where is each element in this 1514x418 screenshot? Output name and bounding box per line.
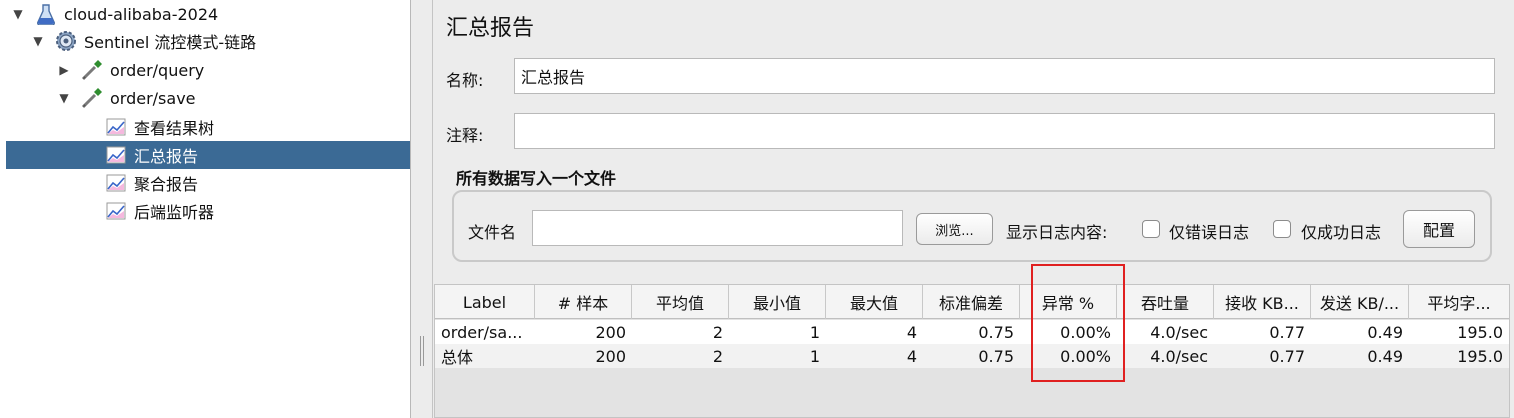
tree-node-view-results-tree[interactable]: 查看结果树 [80,113,214,141]
expand-toggle[interactable]: ▼ [30,34,46,48]
browse-button[interactable]: 浏览... [916,213,993,245]
table-cell: 0.77 [1269,322,1305,342]
test-plan-tree[interactable]: ▼ cloud-alibaba-2024 ▼ Sentinel 流控模式-链路 … [0,0,411,418]
table-cell: 总体 [441,348,474,367]
tree-node-order-query[interactable]: ▶ order/query [56,56,204,84]
name-field[interactable]: 汇总报告 [514,58,1495,94]
table-cell: 4.0/sec [1150,322,1208,342]
table-cell: 4.0/sec [1150,346,1208,366]
table-cell: 0.77 [1269,346,1305,366]
panel-title: 汇总报告 [446,16,535,41]
table-cell: 4 [906,322,917,342]
gear-icon [52,27,80,55]
table-cell: 1 [809,322,820,342]
table-cell: 200 [595,322,626,342]
split-pane-divider[interactable] [411,0,433,418]
chart-icon [102,113,130,141]
column-header[interactable]: # 样本 [535,285,632,319]
column-header[interactable]: 标准偏差 [923,285,1020,319]
tree-node-label: order/save [110,88,196,108]
table-cell: 4 [906,346,917,366]
filename-field[interactable] [532,210,903,246]
table-row[interactable]: 总体 200 2 1 4 0.75 0.00% 4.0/sec 0.77 0.4… [435,344,1509,368]
tree-node-label: 后端监听器 [134,203,215,222]
tree-node-label: 汇总报告 [134,147,199,166]
chart-icon [102,169,130,197]
tree-node-backend-listener[interactable]: 后端监听器 [80,197,214,225]
table-cell: 195.0 [1457,322,1503,342]
table-cell: order/sa... [441,322,523,342]
tree-node-summary-report[interactable]: 汇总报告 [6,141,410,169]
table-cell: 1 [809,346,820,366]
chart-icon [102,141,130,169]
table-cell: 0.75 [978,346,1014,366]
configure-button[interactable]: 配置 [1403,210,1475,248]
tree-node-label: order/query [110,60,205,80]
column-header[interactable]: 平均字... [1409,285,1509,319]
results-table: Label # 样本 平均值 最小值 最大值 标准偏差 异常 % 吞吐量 接收 … [434,284,1510,418]
error-rate-highlight-box [1031,264,1125,382]
success-only-label: 仅成功日志 [1301,223,1382,242]
errors-only-label: 仅错误日志 [1169,223,1250,242]
tree-node-order-save[interactable]: ▼ order/save [56,84,196,112]
chart-icon [102,197,130,225]
summary-report-panel: 汇总报告 名称: 汇总报告 注释: 所有数据写入一个文件 文件名 浏览... 显… [434,0,1514,418]
table-row[interactable]: order/sa... 200 2 1 4 0.75 0.00% 4.0/sec… [435,320,1509,344]
tree-node-label: Sentinel 流控模式-链路 [84,33,257,52]
file-group-title: 所有数据写入一个文件 [456,169,617,188]
table-cell: 0.49 [1367,322,1403,342]
column-header[interactable]: 接收 KB... [1214,285,1311,319]
jmeter-window: ▼ cloud-alibaba-2024 ▼ Sentinel 流控模式-链路 … [0,0,1514,418]
flask-icon [32,0,60,28]
success-only-checkbox[interactable] [1273,220,1291,238]
divider-grip[interactable] [420,336,424,366]
column-header[interactable]: 平均值 [632,285,729,319]
column-header[interactable]: 发送 KB/... [1311,285,1409,319]
table-header: Label # 样本 平均值 最小值 最大值 标准偏差 异常 % 吞吐量 接收 … [435,285,1509,319]
expand-toggle[interactable]: ▼ [56,91,72,105]
tree-node-label: cloud-alibaba-2024 [64,4,219,24]
log-content-label: 显示日志内容: [1006,223,1108,242]
tree-node-test-plan[interactable]: ▼ cloud-alibaba-2024 [10,0,218,28]
tree-node-label: 聚合报告 [134,175,199,194]
tree-node-label: 查看结果树 [134,119,215,138]
expand-toggle[interactable]: ▶ [56,63,72,77]
comment-label: 注释: [446,126,484,145]
comment-field[interactable] [514,113,1495,149]
pipette-icon [78,56,106,84]
column-header[interactable]: Label [435,285,535,319]
table-cell: 2 [712,346,723,366]
table-cell: 195.0 [1457,346,1503,366]
column-header[interactable]: 吞吐量 [1117,285,1214,319]
name-label: 名称: [446,71,484,90]
table-cell: 0.75 [978,322,1014,342]
column-header[interactable]: 最大值 [826,285,923,319]
column-header[interactable]: 最小值 [729,285,826,319]
table-cell: 2 [712,322,723,342]
tree-node-aggregate-report[interactable]: 聚合报告 [80,169,198,197]
table-cell: 0.49 [1367,346,1403,366]
tree-node-thread-group[interactable]: ▼ Sentinel 流控模式-链路 [30,27,256,55]
table-cell: 200 [595,346,626,366]
errors-only-checkbox[interactable] [1142,220,1160,238]
pipette-icon [78,84,106,112]
filename-label: 文件名 [468,223,517,242]
expand-toggle[interactable]: ▼ [10,7,26,21]
